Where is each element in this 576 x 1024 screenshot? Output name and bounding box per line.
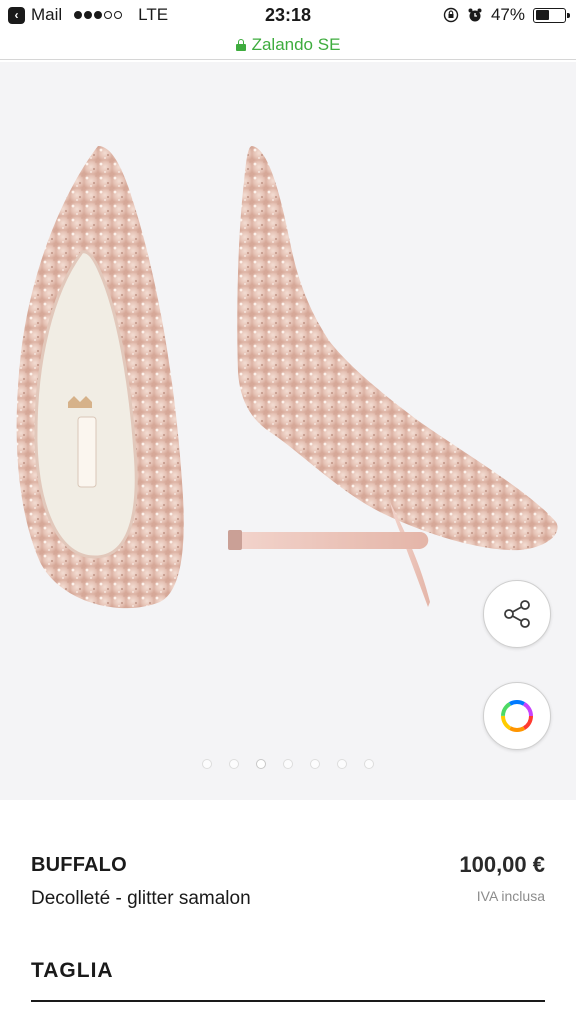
battery-icon [533,7,570,23]
carousel-dot[interactable] [256,759,266,769]
product-photo[interactable] [0,62,576,800]
status-right: 47% [443,5,570,25]
right-shoe [237,146,558,551]
divider [31,1000,545,1002]
share-icon [504,600,530,628]
product-name: Decolleté - glitter samalon [31,888,251,909]
battery-percent: 47% [490,5,525,24]
url-domain[interactable]: Zalando SE [252,35,341,55]
carousel-dot[interactable] [310,759,320,769]
color-options-button[interactable] [483,682,551,750]
color-wheel-icon [501,700,533,732]
insole-label [77,416,97,488]
rotation-lock-icon [443,7,459,23]
carousel-dot[interactable] [202,759,212,769]
carousel-dot[interactable] [337,759,347,769]
product-info: BUFFALO Decolleté - glitter samalon 100,… [0,800,576,1024]
address-bar[interactable]: Zalando SE [0,30,576,60]
vat-note: IVA inclusa [476,888,545,904]
carousel-dot[interactable] [283,759,293,769]
share-button[interactable] [483,580,551,648]
carousel-dot[interactable] [364,759,374,769]
carousel-indicator[interactable] [0,759,576,769]
heel-tip [228,530,242,550]
carousel-dot[interactable] [229,759,239,769]
stiletto-heel [238,532,429,549]
alarm-clock-icon [468,8,482,22]
lock-icon [235,38,246,51]
product-price: 100,00 € [459,852,545,877]
product-image-gallery[interactable] [0,62,576,800]
battery-level [535,10,549,20]
brand-name[interactable]: BUFFALO [31,854,127,877]
size-section-title: TAGLIA [31,959,114,982]
status-bar: ‹ Mail LTE 23:18 47% [0,0,576,32]
